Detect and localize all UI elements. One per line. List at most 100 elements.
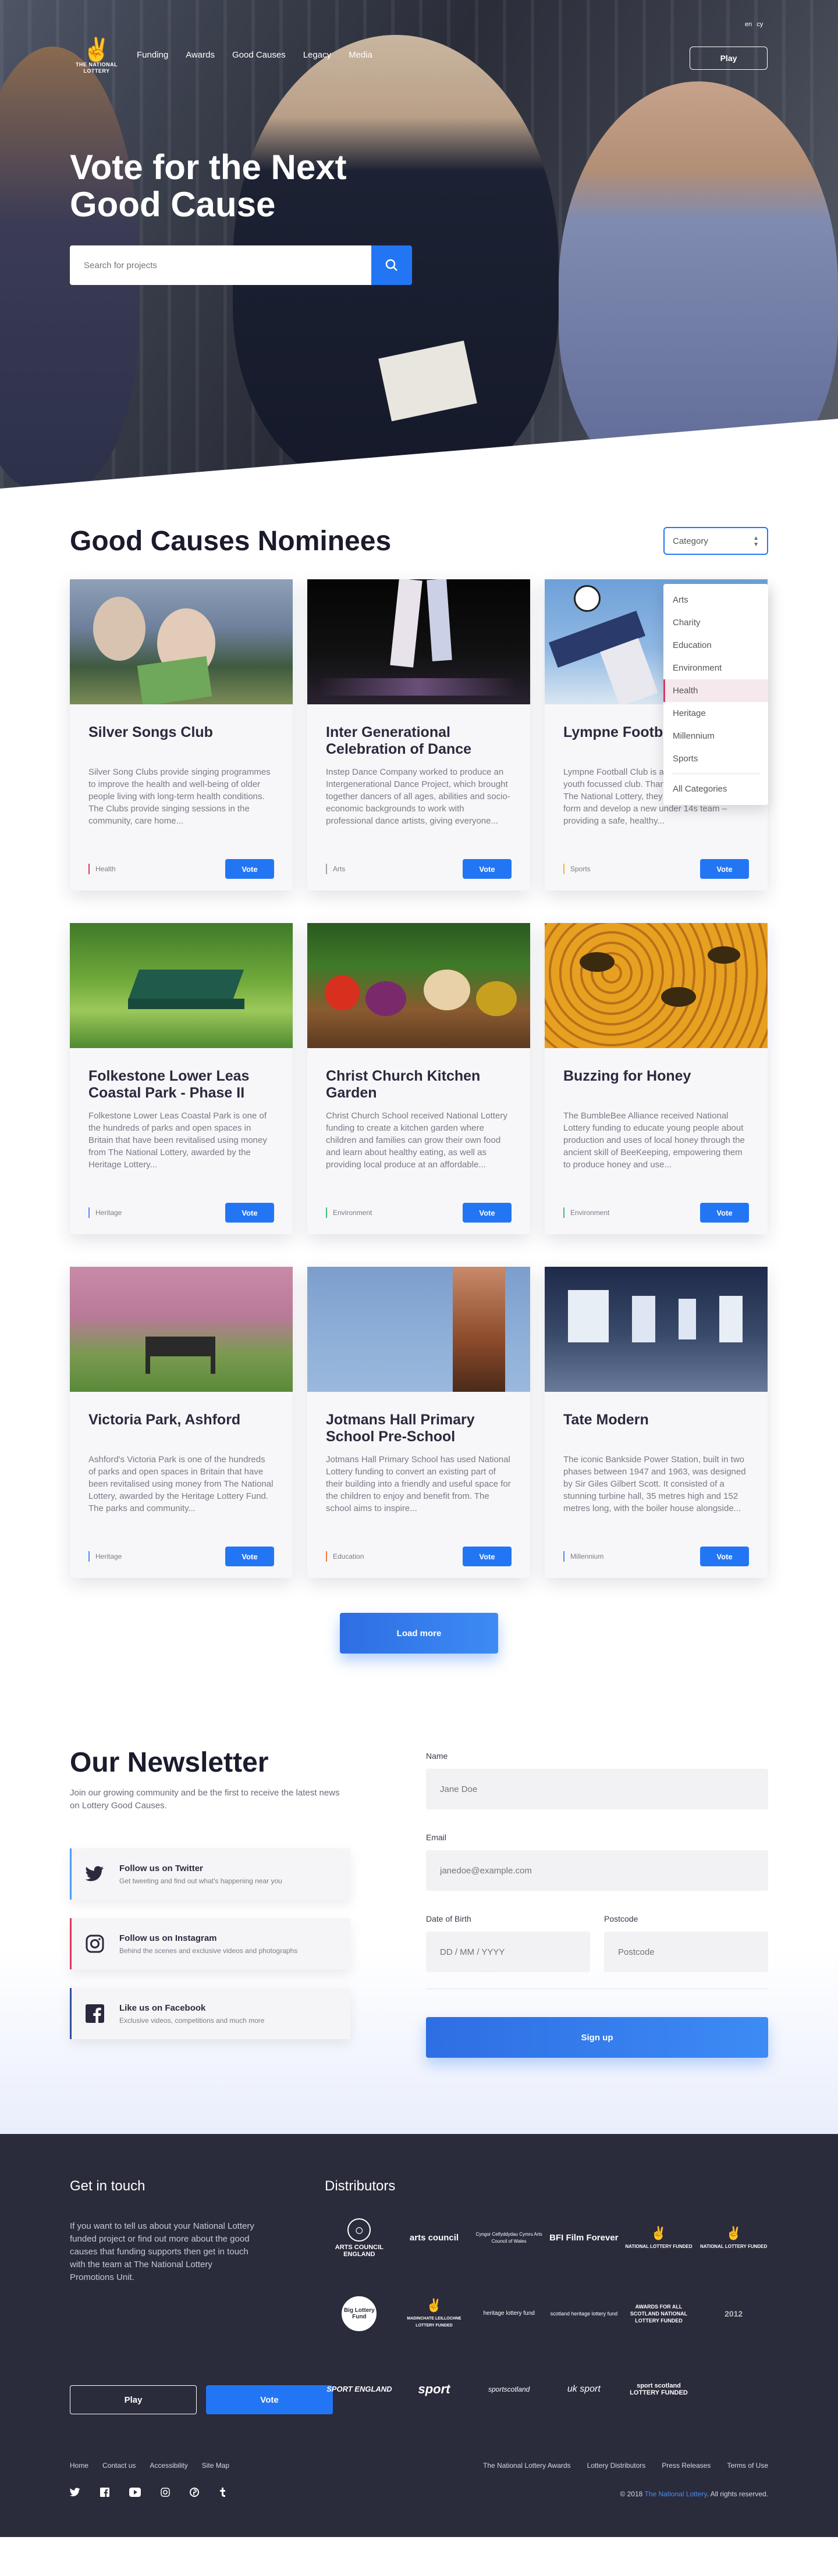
facebook-subtitle: Exclusive videos, competitions and much … <box>119 2016 265 2025</box>
name-label: Name <box>426 1751 448 1761</box>
footer-play-button[interactable]: Play <box>70 2385 197 2414</box>
nav-good-causes[interactable]: Good Causes <box>232 50 286 60</box>
card-title: Folkestone Lower Leas Coastal Park - Pha… <box>88 1068 250 1101</box>
card-description: Ashford's Victoria Park is one of the hu… <box>88 1455 274 1513</box>
card-image-gallery <box>545 1267 768 1392</box>
search-button[interactable] <box>371 245 412 285</box>
load-more-button[interactable]: Load more <box>340 1613 498 1654</box>
national-lottery-logo[interactable]: ✌ THE NATIONAL LOTTERY <box>72 38 121 90</box>
nominee-card: Tate Modern The iconic Bankside Power St… <box>545 1267 768 1578</box>
category-select[interactable]: Category ▲ ▼ <box>663 527 768 555</box>
distributor-awards-for-all[interactable]: AWARDS FOR ALL SCOTLAND NATIONAL LOTTERY… <box>624 2293 694 2334</box>
newsletter-title: Our Newsletter <box>70 1747 269 1778</box>
distributor-madinchate[interactable]: ✌ MADINCHATE LEILLOCHNE LOTTERY FUNDED <box>400 2293 469 2334</box>
category-select-value: Category <box>673 536 708 546</box>
copyright: © 2018 The National Lottery. All rights … <box>620 2490 768 2498</box>
card-tag: Heritage <box>88 1551 122 1562</box>
vote-button[interactable]: Vote <box>225 1547 274 1566</box>
card-tag: Environment <box>326 1207 372 1218</box>
footer-link-home[interactable]: Home <box>70 2461 88 2470</box>
card-image-bees <box>545 923 768 1048</box>
twitter-subtitle: Get tweeting and find out what's happeni… <box>119 1876 282 1885</box>
category-option-millennium[interactable]: Millennium <box>663 725 768 747</box>
distributor-sport-england[interactable]: SPORT ENGLAND <box>325 2369 394 2410</box>
vote-button[interactable]: Vote <box>700 859 749 879</box>
distributor-scotland-heritage[interactable]: scotland heritage lottery fund <box>549 2293 619 2334</box>
card-image-dance <box>307 579 530 704</box>
card-title: Jotmans Hall Primary School Pre-School <box>326 1412 475 1445</box>
lang-en[interactable]: en <box>745 21 752 28</box>
postcode-field[interactable] <box>604 1932 768 1972</box>
category-option-sports[interactable]: Sports <box>663 747 768 770</box>
tumblr-icon[interactable] <box>219 2488 226 2497</box>
category-option-heritage[interactable]: Heritage <box>663 702 768 725</box>
nav-funding[interactable]: Funding <box>137 50 168 60</box>
twitter-icon[interactable] <box>70 2488 80 2497</box>
category-option-education[interactable]: Education <box>663 634 768 657</box>
name-field[interactable] <box>426 1769 768 1809</box>
distributor-2012[interactable]: 2012 <box>699 2293 768 2334</box>
instagram-icon[interactable] <box>161 2488 170 2497</box>
footer-link-sitemap[interactable]: Site Map <box>202 2461 229 2470</box>
distributor-sportscotland[interactable]: sportscotland <box>474 2369 544 2410</box>
get-in-touch-title: Get in touch <box>70 2178 145 2194</box>
crossed-fingers-icon: ✌ <box>651 2226 667 2240</box>
nav-media[interactable]: Media <box>349 50 372 60</box>
vote-button[interactable]: Vote <box>700 1547 749 1566</box>
distributor-sport-scotland-lottery[interactable]: sport scotland LOTTERY FUNDED <box>624 2369 694 2410</box>
category-option-charity[interactable]: Charity <box>663 611 768 634</box>
distributor-bfi[interactable]: BFI Film Forever <box>549 2218 619 2258</box>
nominee-card: Folkestone Lower Leas Coastal Park - Pha… <box>70 923 293 1234</box>
vote-button[interactable]: Vote <box>225 859 274 879</box>
category-option-environment[interactable]: Environment <box>663 657 768 679</box>
instagram-link[interactable]: Follow us on Instagram Behind the scenes… <box>70 1918 350 1969</box>
distributor-heritage-lottery-fund[interactable]: heritage lottery fund <box>474 2293 544 2334</box>
distributor-national-lottery-2[interactable]: ✌ NATIONAL LOTTERY FUNDED <box>699 2218 768 2258</box>
category-option-arts[interactable]: Arts <box>663 589 768 611</box>
crossed-fingers-icon: ✌ <box>82 37 111 63</box>
footer-link-contact[interactable]: Contact us <box>102 2461 136 2470</box>
pinterest-icon[interactable] <box>190 2488 199 2497</box>
lang-cy[interactable]: cy <box>757 21 763 28</box>
footer-links-left: Home Contact us Accessibility Site Map <box>70 2461 229 2470</box>
card-image-blossom-park <box>70 1267 293 1392</box>
footer-vote-button[interactable]: Vote <box>206 2385 333 2414</box>
nominee-card: Buzzing for Honey The BumbleBee Alliance… <box>545 923 768 1234</box>
vote-button[interactable]: Vote <box>463 859 512 879</box>
card-description: Instep Dance Company worked to produce a… <box>326 767 510 826</box>
distributor-uk-sport[interactable]: uk sport <box>549 2369 619 2410</box>
category-option-health[interactable]: Health <box>663 679 768 702</box>
distributor-sport[interactable]: sport <box>400 2369 469 2410</box>
social-links: Follow us on Twitter Get tweeting and fi… <box>70 1848 350 2039</box>
vote-button[interactable]: Vote <box>700 1203 749 1223</box>
email-field[interactable] <box>426 1850 768 1891</box>
search-input[interactable] <box>70 245 371 285</box>
footer-link-press[interactable]: Press Releases <box>662 2461 711 2470</box>
facebook-link[interactable]: Like us on Facebook Exclusive videos, co… <box>70 1988 350 2039</box>
vote-button[interactable]: Vote <box>463 1547 512 1566</box>
nav-awards[interactable]: Awards <box>186 50 215 60</box>
twitter-link[interactable]: Follow us on Twitter Get tweeting and fi… <box>70 1848 350 1900</box>
vote-button[interactable]: Vote <box>463 1203 512 1223</box>
vote-button[interactable]: Vote <box>225 1203 274 1223</box>
footer-link-awards[interactable]: The National Lottery Awards <box>483 2461 571 2470</box>
nominee-card: Inter Generational Celebration of Dance … <box>307 579 530 890</box>
copyright-link[interactable]: The National Lottery <box>644 2490 706 2498</box>
category-option-all[interactable]: All Categories <box>663 778 768 800</box>
footer-link-distributors[interactable]: Lottery Distributors <box>587 2461 646 2470</box>
footer-link-terms[interactable]: Terms of Use <box>727 2461 768 2470</box>
distributor-arts-council[interactable]: arts council <box>400 2218 469 2258</box>
play-button[interactable]: Play <box>690 47 768 70</box>
distributor-national-lottery-1[interactable]: ✌ NATIONAL LOTTERY FUNDED <box>624 2218 694 2258</box>
dob-field[interactable] <box>426 1932 590 1972</box>
distributor-arts-council-england[interactable]: ◯ ARTS COUNCIL ENGLAND <box>325 2218 394 2258</box>
distributor-arts-council-wales[interactable]: Cyngor Celfyddydau Cymru Arts Council of… <box>474 2218 544 2258</box>
nav-legacy[interactable]: Legacy <box>303 50 331 60</box>
footer-link-accessibility[interactable]: Accessibility <box>150 2461 187 2470</box>
card-tag: Education <box>326 1551 364 1562</box>
facebook-icon[interactable] <box>100 2488 109 2497</box>
youtube-icon[interactable] <box>129 2488 141 2497</box>
distributor-big-lottery-fund[interactable]: Big Lottery Fund <box>325 2293 394 2334</box>
sign-up-button[interactable]: Sign up <box>426 2017 768 2058</box>
search-icon <box>385 259 398 272</box>
